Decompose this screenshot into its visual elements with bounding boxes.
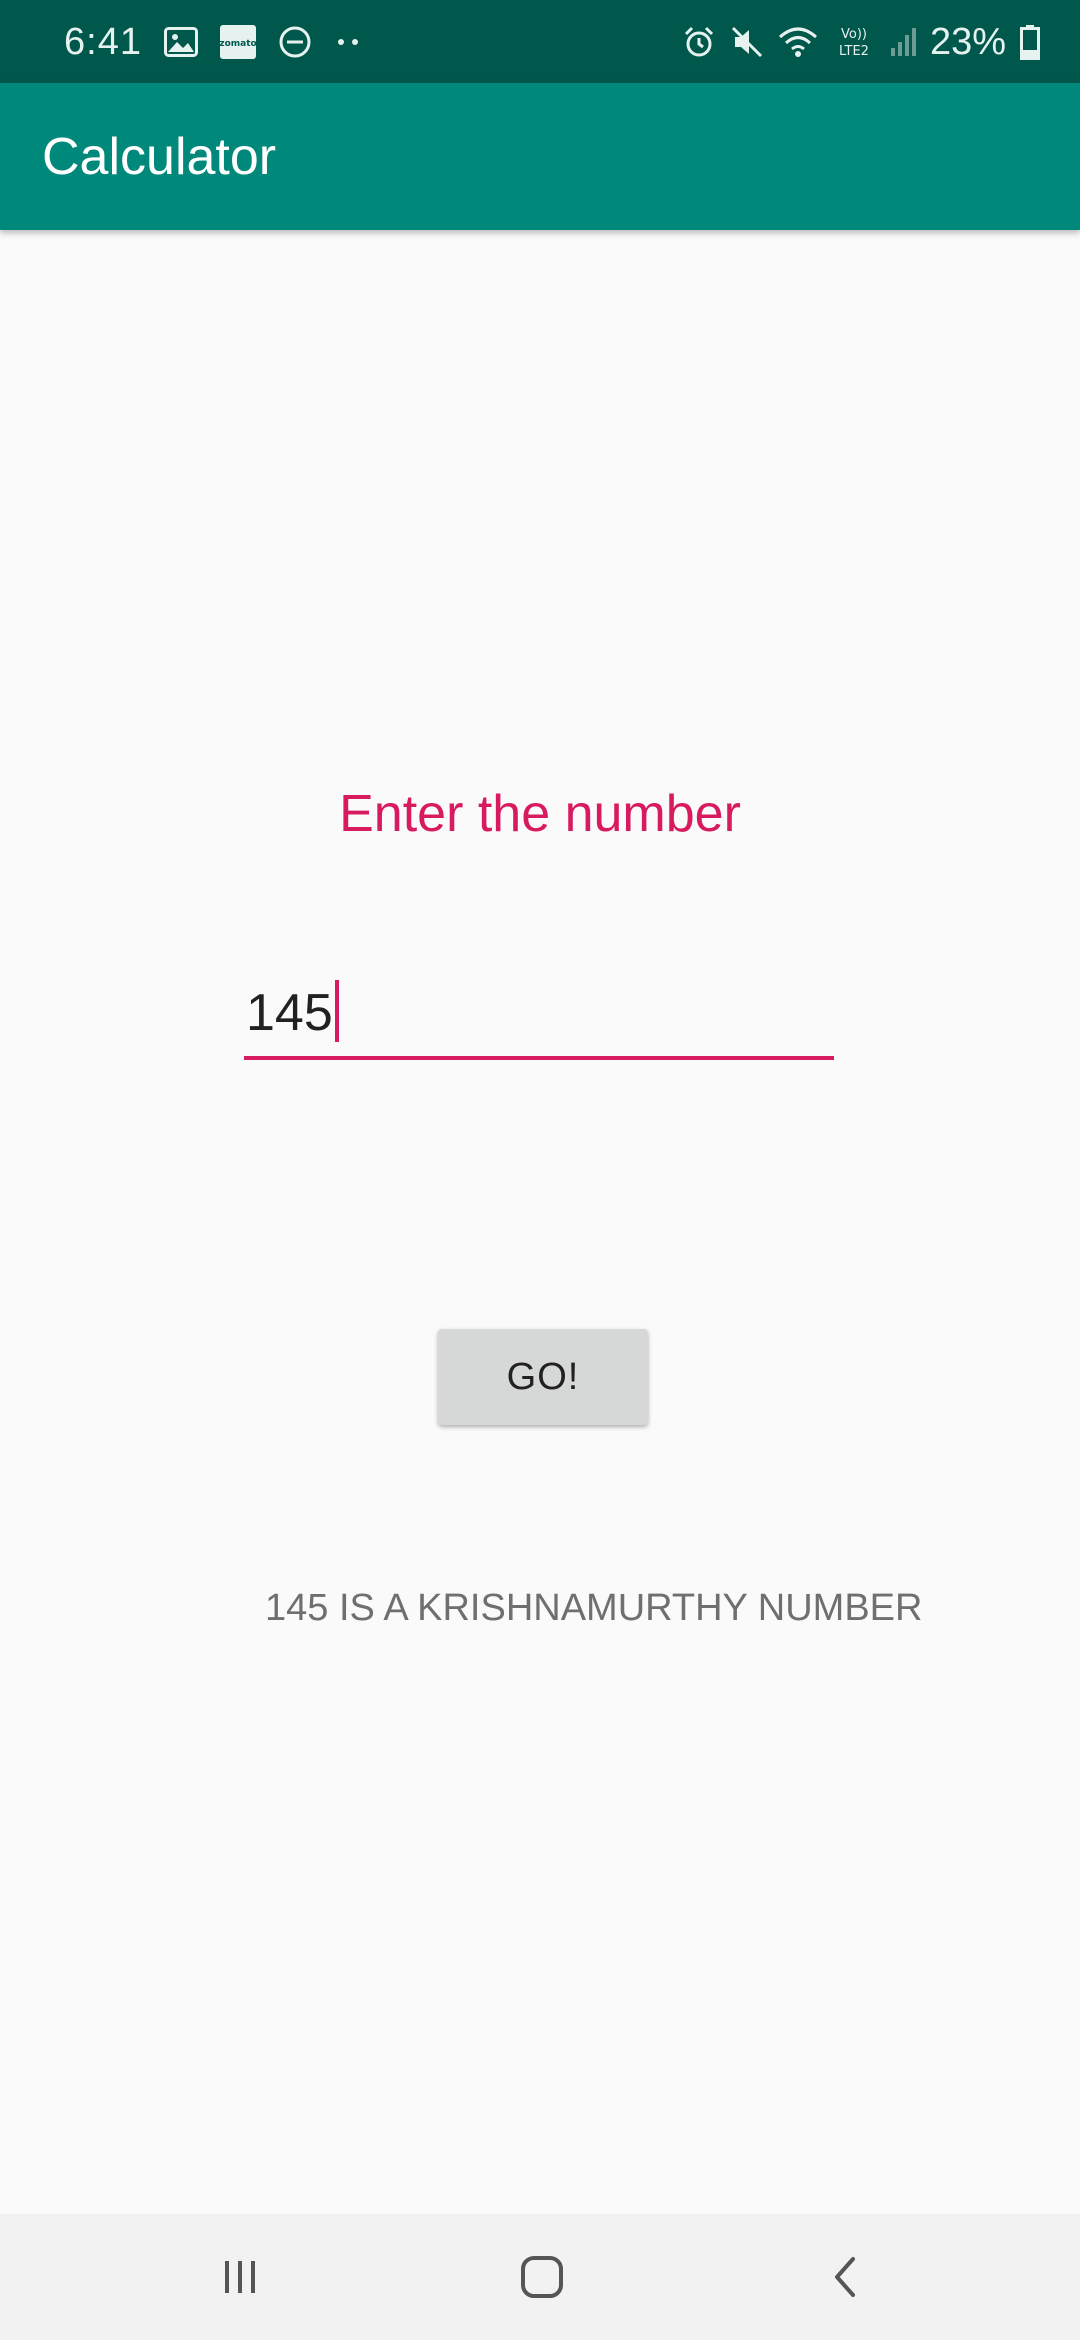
status-time: 6:41 (64, 20, 142, 63)
volte-lte2-icon: Vo)) LTE2 (832, 24, 876, 60)
recent-apps-icon (220, 2257, 260, 2297)
app-title: Calculator (42, 127, 277, 186)
signal-icon (890, 26, 916, 58)
lte-label: LTE2 (839, 44, 869, 59)
home-button[interactable] (462, 2214, 622, 2340)
result-text: 145 IS A KRISHNAMURTHY NUMBER (265, 1587, 923, 1629)
back-icon (829, 2255, 859, 2299)
recent-apps-button[interactable] (160, 2214, 320, 2340)
zomato-label: zomato (220, 39, 256, 49)
number-input-value[interactable]: 145 (246, 980, 339, 1043)
enter-number-label: Enter the number (339, 785, 741, 843)
go-button[interactable]: GO! (438, 1329, 648, 1425)
home-icon (520, 2255, 564, 2299)
more-notifications-icon (334, 36, 362, 48)
text-cursor (334, 980, 339, 1042)
mute-icon (730, 25, 764, 59)
number-input-text: 145 (246, 984, 333, 1042)
alarm-icon (682, 25, 716, 59)
status-left-group: 6:41 zomato (64, 0, 362, 83)
status-right-group: Vo)) LTE2 23% (682, 0, 1040, 83)
status-bar: 6:41 zomato Vo)) LTE2 23% (0, 0, 1080, 83)
do-not-disturb-icon (278, 25, 312, 59)
gallery-icon (163, 26, 198, 57)
back-button[interactable] (764, 2214, 924, 2340)
battery-percent: 23% (929, 20, 1006, 63)
navigation-bar (0, 2214, 1080, 2340)
zomato-notification-icon: zomato (219, 24, 257, 59)
battery-icon (1020, 24, 1040, 60)
wifi-icon (778, 25, 818, 59)
volte-label: Vo)) (841, 27, 867, 42)
number-input[interactable]: 145 (244, 970, 834, 1060)
app-bar: Calculator (0, 83, 1080, 230)
